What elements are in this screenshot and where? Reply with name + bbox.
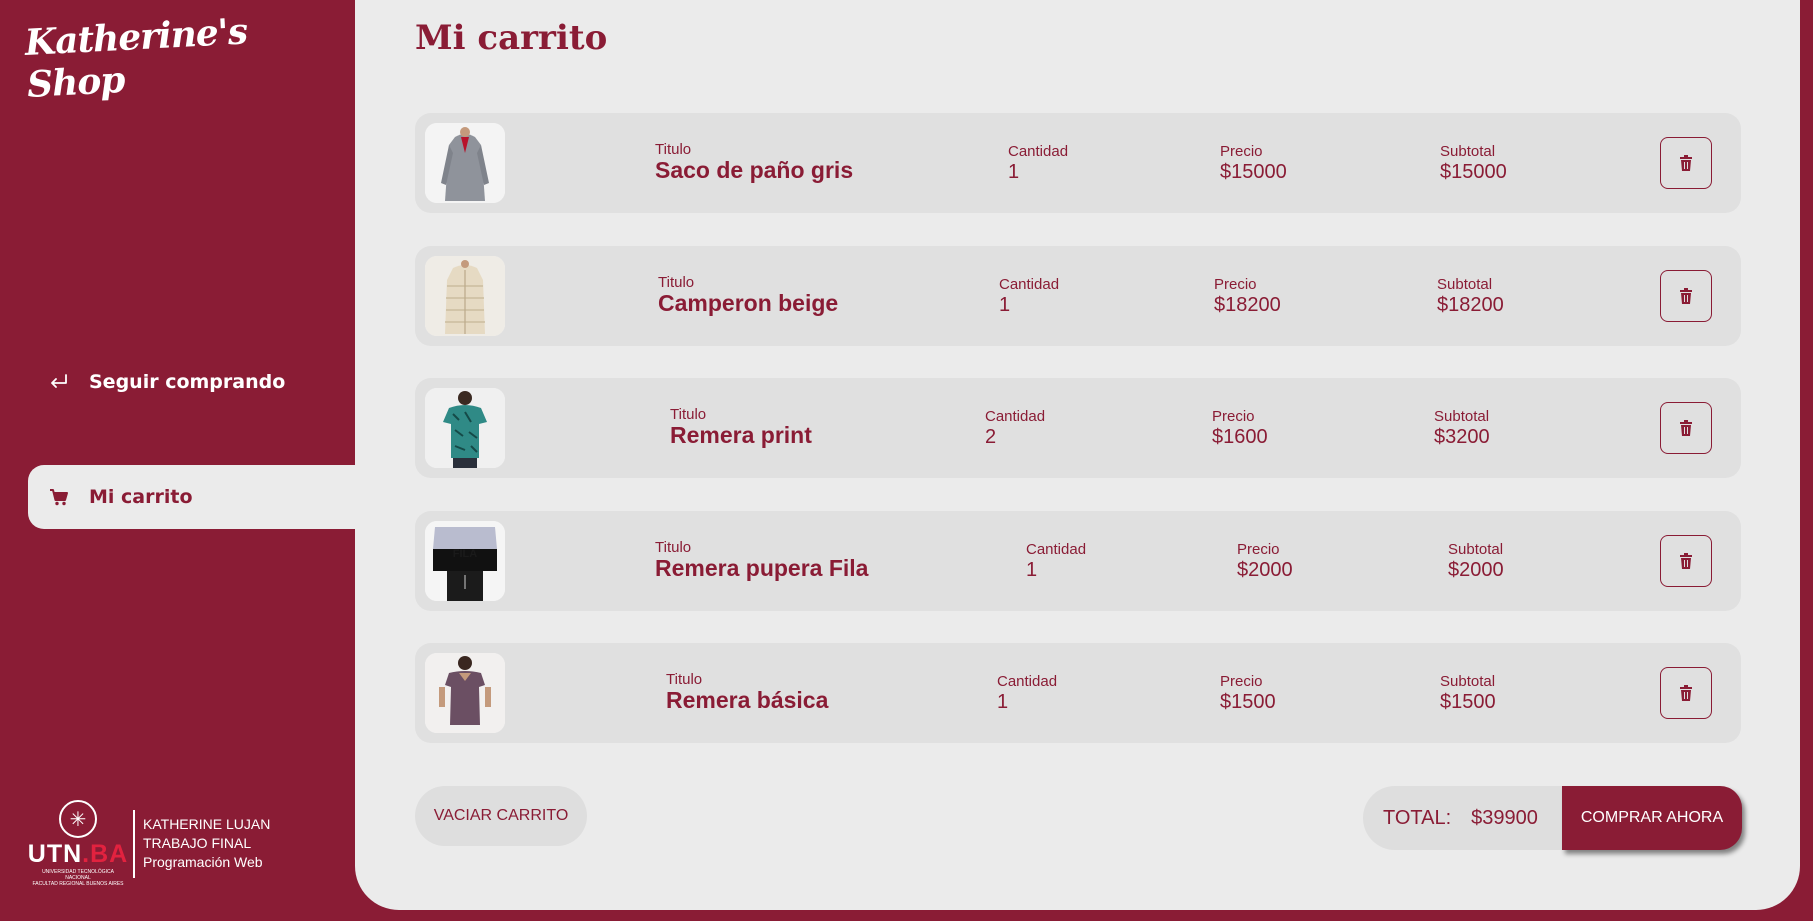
product-subtotal: $15000 xyxy=(1440,161,1507,183)
product-title: Remera print xyxy=(670,422,812,448)
subtotal-label: Subtotal xyxy=(1440,143,1496,160)
cart-item-row: Titulo Camperon beige Cantidad 1 Precio $18… xyxy=(415,246,1741,346)
utn-small-line: FACULTAD REGIONAL BUENOS AIRES xyxy=(32,881,124,887)
footer-divider xyxy=(133,809,135,878)
utn-small-line: UNIVERSIDAD TECNOLÓGICA NACIONAL xyxy=(42,869,114,881)
title-label: Titulo xyxy=(655,539,692,556)
shop-logo[interactable]: Katherine's Shop xyxy=(24,5,357,106)
subtotal-label: Subtotal xyxy=(1448,541,1504,558)
sidebar-item-continue-shopping[interactable]: Seguir comprando xyxy=(28,350,355,414)
cart-item-row: Titulo Saco de paño gris Cantidad 1 Precio… xyxy=(415,113,1741,213)
sidebar-item-cart[interactable]: Mi carrito xyxy=(28,465,355,529)
delete-item-button[interactable] xyxy=(1660,402,1712,454)
price-label: Precio xyxy=(1212,408,1255,425)
utn-small-text: UNIVERSIDAD TECNOLÓGICA NACIONAL FACULTA… xyxy=(30,869,126,887)
utn-logo-text: UTN xyxy=(27,840,83,868)
footer-project: TRABAJO FINAL xyxy=(143,835,252,851)
trash-icon xyxy=(1680,553,1692,569)
product-quantity: 1 xyxy=(1026,559,1038,581)
trash-icon xyxy=(1680,420,1692,436)
cart-item-row: Titulo Remera básica Cantidad 1 Precio $150… xyxy=(415,643,1741,743)
total-label: TOTAL: xyxy=(1383,806,1452,829)
product-subtotal: $2000 xyxy=(1448,559,1504,581)
delete-item-button[interactable] xyxy=(1660,667,1712,719)
return-arrow-icon xyxy=(48,371,70,393)
product-quantity: 1 xyxy=(1008,161,1020,183)
buy-now-button[interactable]: COMPRAR AHORA xyxy=(1562,786,1742,850)
sidebar: Katherine's Shop Seguir comprando Mi car… xyxy=(0,0,355,921)
delete-item-button[interactable] xyxy=(1660,270,1712,322)
quantity-label: Cantidad xyxy=(1008,143,1069,160)
product-subtotal: $1500 xyxy=(1440,691,1496,713)
main-panel: Mi carrito Titulo Saco de paño gris Canti… xyxy=(355,0,1800,910)
svg-text:FILA: FILA xyxy=(453,548,477,560)
quantity-label: Cantidad xyxy=(1026,541,1087,558)
product-title: Remera pupera Fila xyxy=(655,555,869,581)
quantity-label: Cantidad xyxy=(997,673,1058,690)
cart-item-row: FILA Titulo Remera pupera Fila Cantidad 1 … xyxy=(415,511,1741,611)
product-subtotal: $18200 xyxy=(1437,294,1504,316)
product-price: $1600 xyxy=(1212,426,1268,448)
footer-author: KATHERINE LUJAN xyxy=(143,816,271,832)
footer: ✳ UTN.BA UNIVERSIDAD TECNOLÓGICA NACIONA… xyxy=(27,800,270,887)
title-label: Titulo xyxy=(658,274,695,291)
price-label: Precio xyxy=(1214,276,1257,293)
product-image xyxy=(425,653,505,733)
trash-icon xyxy=(1680,155,1692,171)
product-price: $1500 xyxy=(1220,691,1276,713)
product-image xyxy=(425,123,505,203)
sidebar-item-label: Mi carrito xyxy=(89,486,193,508)
delete-item-button[interactable] xyxy=(1660,535,1712,587)
product-subtotal: $3200 xyxy=(1434,426,1490,448)
price-label: Precio xyxy=(1220,673,1263,690)
price-label: Precio xyxy=(1237,541,1280,558)
utn-logo: ✳ UTN.BA UNIVERSIDAD TECNOLÓGICA NACIONA… xyxy=(27,800,129,887)
total-value: $39900 xyxy=(1471,806,1538,829)
title-label: Titulo xyxy=(655,141,692,158)
quantity-label: Cantidad xyxy=(985,408,1046,425)
product-image xyxy=(425,256,505,336)
trash-icon xyxy=(1680,685,1692,701)
subtotal-label: Subtotal xyxy=(1434,408,1490,425)
sidebar-item-label: Seguir comprando xyxy=(89,371,286,393)
page-title: Mi carrito xyxy=(415,18,608,58)
footer-course: Programación Web xyxy=(143,854,263,870)
product-quantity: 2 xyxy=(985,426,997,448)
product-title: Saco de paño gris xyxy=(655,157,854,183)
delete-item-button[interactable] xyxy=(1660,137,1712,189)
product-price: $2000 xyxy=(1237,559,1293,581)
product-price: $15000 xyxy=(1220,161,1287,183)
footer-credits: KATHERINE LUJAN TRABAJO FINAL Programaci… xyxy=(143,815,270,872)
quantity-label: Cantidad xyxy=(999,276,1060,293)
title-label: Titulo xyxy=(670,406,707,423)
product-title: Remera básica xyxy=(666,687,829,713)
utn-logo-suffix: .BA xyxy=(82,840,129,868)
trash-icon xyxy=(1680,288,1692,304)
title-label: Titulo xyxy=(666,671,703,688)
empty-cart-button[interactable]: VACIAR CARRITO xyxy=(415,786,587,846)
utn-emblem-icon: ✳ xyxy=(59,800,97,838)
product-quantity: 1 xyxy=(997,691,1009,713)
product-quantity: 1 xyxy=(999,294,1011,316)
product-image: FILA xyxy=(425,521,505,601)
cart-total: TOTAL: $39900 xyxy=(1363,786,1579,850)
product-price: $18200 xyxy=(1214,294,1281,316)
subtotal-label: Subtotal xyxy=(1440,673,1496,690)
product-image xyxy=(425,388,505,468)
cart-item-row: Titulo Remera print Cantidad 2 Precio $1600… xyxy=(415,378,1741,478)
product-title: Camperon beige xyxy=(658,290,839,316)
cart-icon xyxy=(48,486,70,508)
subtotal-label: Subtotal xyxy=(1437,276,1493,293)
price-label: Precio xyxy=(1220,143,1263,160)
